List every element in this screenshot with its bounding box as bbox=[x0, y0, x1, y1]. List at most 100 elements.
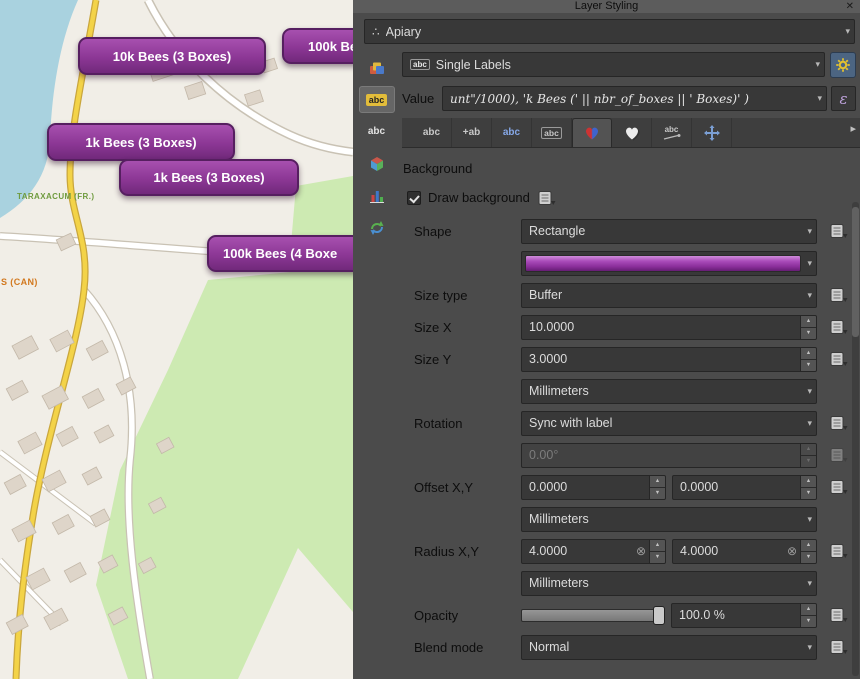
spin-down-icon[interactable]: ▼ bbox=[801, 552, 816, 563]
data-defined-override-button[interactable] bbox=[829, 543, 849, 560]
radius-units-combobox[interactable]: Millimeters ▾ bbox=[521, 571, 817, 596]
panel-scrollbar[interactable] bbox=[852, 202, 859, 676]
chevron-down-icon: ▾ bbox=[803, 578, 812, 589]
label-mode-combobox[interactable]: abc Single Labels ▾ bbox=[402, 52, 825, 77]
slider-handle[interactable] bbox=[653, 606, 665, 625]
masks-tab-button[interactable]: abc bbox=[359, 118, 395, 145]
data-defined-override-button bbox=[829, 447, 849, 464]
spin-down-icon[interactable]: ▼ bbox=[650, 488, 665, 499]
color-swatch bbox=[525, 255, 801, 272]
fill-color-button[interactable]: ▾ bbox=[521, 251, 817, 276]
size-units-combobox[interactable]: Millimeters ▾ bbox=[521, 379, 817, 404]
tab-mask[interactable]: abc bbox=[532, 118, 572, 147]
expression-text: unt"/1000), 'k Bees (' || nbr_of_boxes |… bbox=[450, 92, 813, 106]
spin-up-icon[interactable]: ▲ bbox=[801, 316, 816, 328]
draw-background-label: Draw background bbox=[428, 190, 530, 205]
symbology-tab-button[interactable] bbox=[359, 54, 395, 81]
spin-up-icon[interactable]: ▲ bbox=[801, 348, 816, 360]
data-defined-override-button[interactable] bbox=[829, 319, 849, 336]
chevron-down-icon: ▾ bbox=[803, 290, 812, 301]
shape-combobox[interactable]: Rectangle ▾ bbox=[521, 219, 817, 244]
callouts-tab-icon: abc bbox=[665, 125, 679, 134]
tab-buffer[interactable]: abc bbox=[492, 118, 532, 147]
labels-tab-button[interactable]: abc bbox=[359, 86, 395, 113]
history-tab-button[interactable] bbox=[359, 214, 395, 241]
spin-down-icon[interactable]: ▼ bbox=[801, 328, 816, 339]
rotation-mode-combobox[interactable]: Sync with label ▾ bbox=[521, 411, 817, 436]
data-defined-override-button[interactable] bbox=[829, 479, 849, 496]
data-defined-override-button[interactable] bbox=[829, 639, 849, 656]
offset-x-spinbox[interactable]: 0.0000 ▲ ▼ bbox=[521, 475, 666, 500]
data-defined-override-button[interactable] bbox=[829, 223, 849, 240]
3d-view-tab-button[interactable] bbox=[359, 150, 395, 177]
data-defined-override-button[interactable] bbox=[829, 287, 849, 304]
spin-down-icon[interactable]: ▼ bbox=[650, 552, 665, 563]
panel-titlebar: Layer Styling ✕ bbox=[353, 0, 860, 13]
clear-value-icon[interactable]: ⊗ bbox=[787, 540, 800, 563]
background-settings-scroll: Background Draw background Shape Rec bbox=[400, 149, 860, 679]
basemap bbox=[0, 0, 353, 679]
radius-x-spinbox[interactable]: 4.0000 ⊗ ▲ ▼ bbox=[521, 539, 666, 564]
slider-track[interactable] bbox=[521, 609, 665, 622]
tab-callouts[interactable]: abc bbox=[652, 118, 692, 147]
tab-placement[interactable] bbox=[692, 118, 732, 147]
tab-text[interactable]: abc bbox=[412, 118, 452, 147]
offset-units-combobox[interactable]: Millimeters ▾ bbox=[521, 507, 817, 532]
map-canvas[interactable]: TARAXACUM (FR.) S (CAN) 10k Bees (3 Boxe… bbox=[0, 0, 353, 679]
spin-up-icon: ▲ bbox=[801, 444, 816, 456]
opacity-slider[interactable] bbox=[521, 603, 665, 628]
blend-mode-label: Blend mode bbox=[414, 640, 509, 655]
automated-placement-button[interactable] bbox=[830, 52, 856, 78]
offset-label: Offset X,Y bbox=[414, 480, 509, 495]
rotation-row: Rotation Sync with label ▾ bbox=[414, 410, 860, 436]
rotation-angle-row: 0.00° ▲ ▼ bbox=[414, 442, 860, 468]
spin-down-icon[interactable]: ▼ bbox=[801, 616, 816, 627]
spin-up-icon[interactable]: ▲ bbox=[801, 476, 816, 488]
opacity-spinbox[interactable]: 100.0 % ▲ ▼ bbox=[671, 603, 817, 628]
chevron-down-icon: ▾ bbox=[803, 258, 812, 269]
offset-y-spinbox[interactable]: 0.0000 ▲ ▼ bbox=[672, 475, 817, 500]
scrollbar-thumb[interactable] bbox=[852, 207, 859, 337]
layer-combobox[interactable]: ∴ Apiary ▾ bbox=[364, 19, 855, 44]
background-tab-icon bbox=[583, 125, 601, 141]
tab-scroll-right-icon[interactable]: ▸ bbox=[850, 122, 856, 135]
data-defined-override-button[interactable] bbox=[829, 255, 849, 272]
diagrams-tab-button[interactable] bbox=[359, 182, 395, 209]
draw-background-checkbox[interactable] bbox=[407, 191, 421, 205]
spin-up-icon[interactable]: ▲ bbox=[801, 604, 816, 616]
mask-tab-icon: abc bbox=[541, 127, 562, 139]
chevron-down-icon: ▾ bbox=[803, 386, 812, 397]
label-value-row: Value unt"/1000), 'k Bees (' || nbr_of_b… bbox=[402, 86, 856, 111]
clear-value-icon[interactable]: ⊗ bbox=[636, 540, 649, 563]
size-type-combobox[interactable]: Buffer ▾ bbox=[521, 283, 817, 308]
tab-formatting[interactable]: +ab bbox=[452, 118, 492, 147]
data-defined-override-button[interactable] bbox=[537, 189, 557, 206]
callout-line-icon bbox=[663, 134, 681, 140]
tab-background[interactable] bbox=[572, 118, 612, 147]
spin-up-icon[interactable]: ▲ bbox=[801, 540, 816, 552]
spin-down-icon[interactable]: ▼ bbox=[801, 360, 816, 371]
label-bubble: 10k Bees (3 Boxes) bbox=[78, 37, 266, 75]
expression-builder-button[interactable]: ε bbox=[831, 86, 856, 111]
blend-mode-combobox[interactable]: Normal ▾ bbox=[521, 635, 817, 660]
rotation-label: Rotation bbox=[414, 416, 509, 431]
data-defined-override-button[interactable] bbox=[829, 351, 849, 368]
close-icon[interactable]: ✕ bbox=[846, 0, 854, 13]
spin-down-icon: ▼ bbox=[801, 456, 816, 467]
chevron-down-icon: ▾ bbox=[813, 93, 822, 104]
spin-up-icon[interactable]: ▲ bbox=[650, 476, 665, 488]
expression-combobox[interactable]: unt"/1000), 'k Bees (' || nbr_of_boxes |… bbox=[442, 86, 827, 111]
data-defined-override-button[interactable] bbox=[829, 415, 849, 432]
data-defined-override-button[interactable] bbox=[829, 607, 849, 624]
opacity-row: Opacity 100.0 % ▲ ▼ bbox=[414, 602, 860, 628]
data-defined-override-button[interactable] bbox=[829, 383, 849, 400]
radius-y-spinbox[interactable]: 4.0000 ⊗ ▲ ▼ bbox=[672, 539, 817, 564]
spin-down-icon[interactable]: ▼ bbox=[801, 488, 816, 499]
data-defined-override-button[interactable] bbox=[829, 575, 849, 592]
spin-up-icon[interactable]: ▲ bbox=[650, 540, 665, 552]
draw-background-row: Draw background bbox=[407, 189, 860, 206]
size-y-spinbox[interactable]: 3.0000 ▲ ▼ bbox=[521, 347, 817, 372]
data-defined-override-button[interactable] bbox=[829, 511, 849, 528]
tab-shadow[interactable] bbox=[612, 118, 652, 147]
size-x-spinbox[interactable]: 10.0000 ▲ ▼ bbox=[521, 315, 817, 340]
